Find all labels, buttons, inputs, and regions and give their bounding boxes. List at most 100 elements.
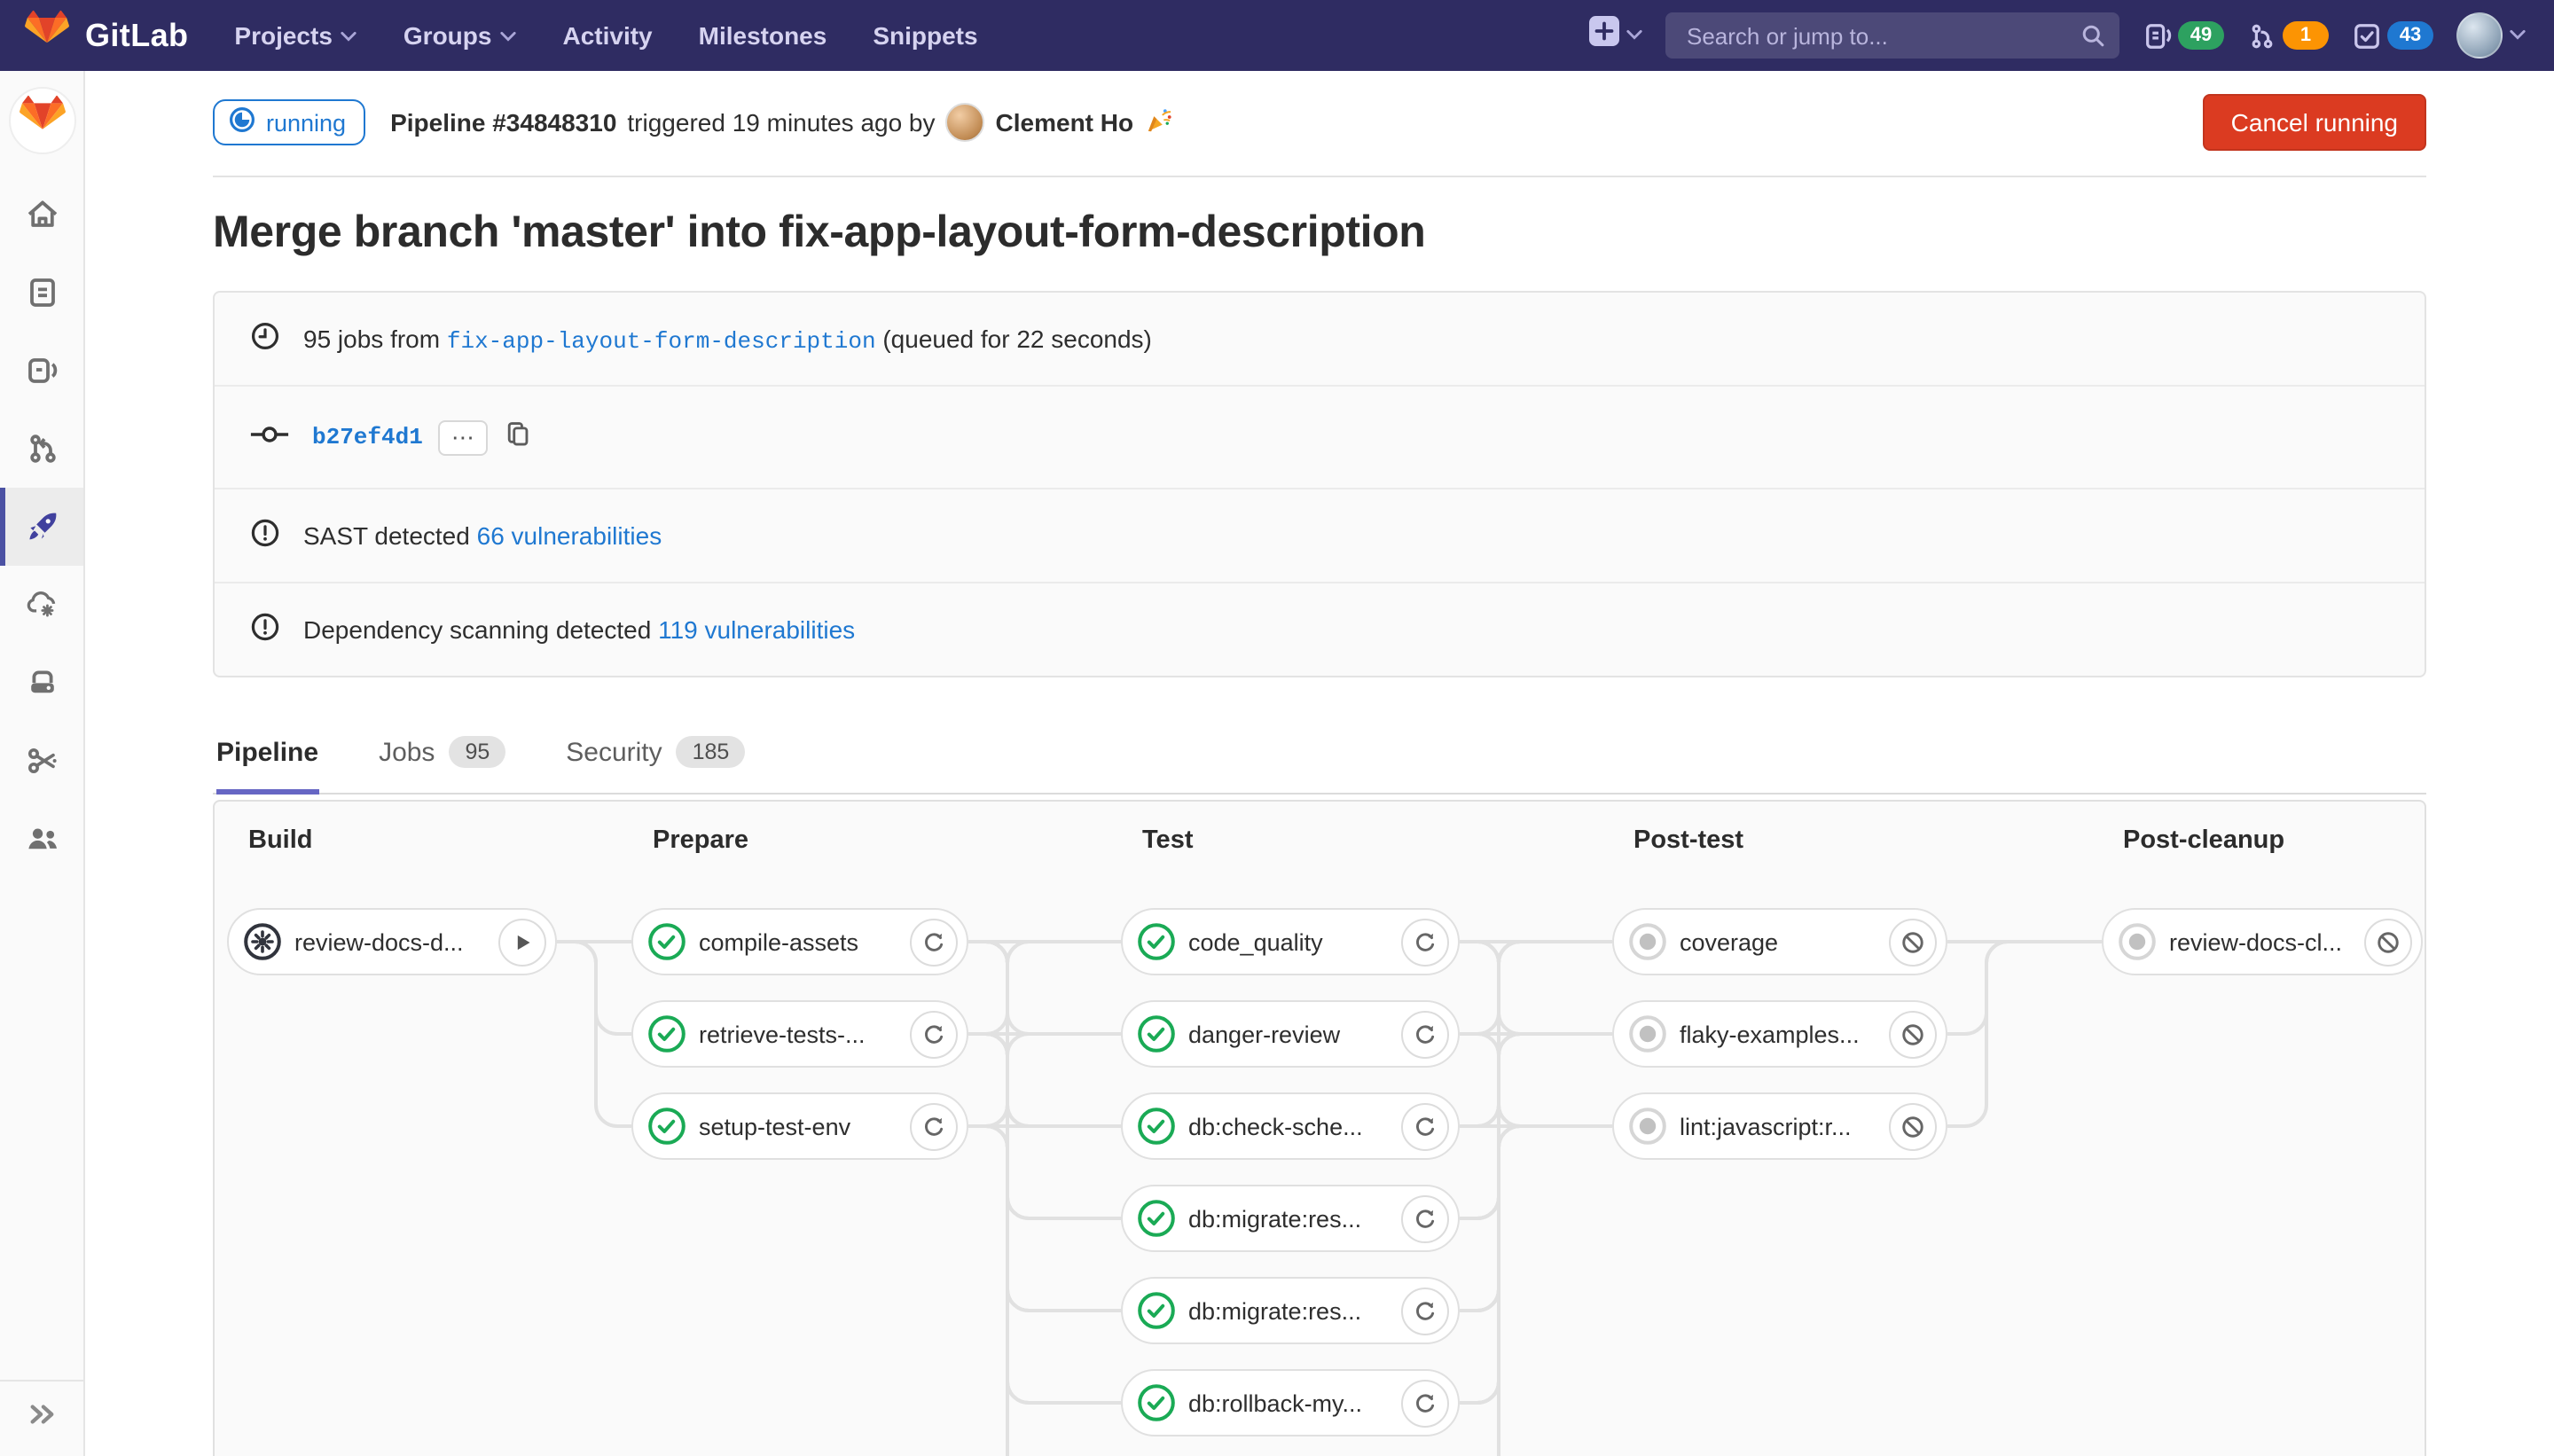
pipeline-id: Pipeline #34848310: [390, 108, 616, 137]
job-pill[interactable]: retrieve-tests-...: [631, 1000, 968, 1068]
navbar-menu: Projects Groups Activity Milestones Snippets: [234, 21, 977, 50]
search-input[interactable]: [1683, 20, 2080, 51]
members-icon: [24, 821, 59, 857]
navbar-item-label: Milestones: [699, 21, 827, 50]
job-name: review-docs-cl...: [2169, 928, 2352, 955]
job-name: db:rollback-my...: [1188, 1389, 1389, 1416]
retry-button[interactable]: [1401, 1102, 1449, 1150]
cancel-button[interactable]: [1889, 1102, 1937, 1150]
clock-icon: [250, 321, 280, 356]
commit-description-toggle[interactable]: ⋯: [439, 419, 489, 455]
retry-button[interactable]: [1401, 1379, 1449, 1427]
job-name: coverage: [1680, 928, 1876, 955]
chevron-down-icon: [1626, 20, 1642, 51]
issues-button[interactable]: 49: [2143, 20, 2224, 51]
retry-button[interactable]: [1401, 1010, 1449, 1058]
collapse-sidebar-button[interactable]: [0, 1380, 83, 1456]
registry-icon: [24, 665, 59, 701]
job-pill[interactable]: danger-review: [1121, 1000, 1460, 1068]
job-pill[interactable]: review-docs-cl...: [2102, 908, 2423, 975]
job-pill[interactable]: db:migrate:res...: [1121, 1277, 1460, 1344]
cancel-button[interactable]: [1889, 918, 1937, 966]
retry-button[interactable]: [910, 1010, 958, 1058]
navbar-item-projects[interactable]: Projects: [234, 21, 357, 50]
home-icon: [24, 197, 59, 232]
tab-security[interactable]: Security185: [566, 718, 745, 795]
navbar-item-groups[interactable]: Groups: [403, 21, 517, 50]
top-navbar: GitLab Projects Groups Activity Milestones S…: [0, 0, 2554, 71]
navbar-item-snippets[interactable]: Snippets: [873, 21, 977, 50]
branch-link[interactable]: fix-app-layout-form-description: [447, 327, 876, 354]
pipeline-status-badge[interactable]: running: [213, 99, 365, 145]
tab-jobs[interactable]: Jobs95: [379, 718, 505, 795]
sidebar-item-home[interactable]: [0, 176, 83, 254]
copy-commit-button[interactable]: [505, 420, 533, 454]
todos-count-badge: 43: [2387, 21, 2433, 50]
sidebar-item-members[interactable]: [0, 800, 83, 878]
sidebar-item-rocket[interactable]: [0, 488, 83, 566]
play-button[interactable]: [498, 918, 546, 966]
retry-icon: [1414, 930, 1437, 953]
issues-count-badge: 49: [2178, 21, 2224, 50]
job-pill[interactable]: db:migrate:res...: [1121, 1185, 1460, 1252]
job-pill[interactable]: lint:javascript:r...: [1612, 1092, 1947, 1160]
job-pill[interactable]: flaky-examples...: [1612, 1000, 1947, 1068]
cancel-icon: [2377, 930, 2400, 953]
retry-icon: [1414, 1391, 1437, 1414]
retry-button[interactable]: [910, 918, 958, 966]
project-avatar[interactable]: [8, 87, 75, 154]
dependency-info-row: Dependency scanning detected 119 vulnera…: [215, 582, 2425, 676]
job-pill[interactable]: compile-assets: [631, 908, 968, 975]
merge-requests-icon: [2247, 20, 2277, 51]
navbar-item-activity[interactable]: Activity: [562, 21, 652, 50]
navbar-item-milestones[interactable]: Milestones: [699, 21, 827, 50]
retry-icon: [1414, 1115, 1437, 1138]
retry-button[interactable]: [1401, 1194, 1449, 1242]
commit-sha-link[interactable]: b27ef4d1: [312, 424, 423, 450]
plus-icon: [1589, 16, 1619, 55]
todos-button[interactable]: 43: [2352, 20, 2433, 51]
cancel-button[interactable]: [2364, 918, 2412, 966]
sidebar-item-document[interactable]: [0, 254, 83, 332]
stage-title-post-test: Post-test: [1633, 826, 1743, 855]
tanuki-logo-icon: [25, 9, 69, 62]
job-pill[interactable]: code_quality: [1121, 908, 1460, 975]
job-pill[interactable]: coverage: [1612, 908, 1947, 975]
pipeline-info-box: 95 jobs from fix-app-layout-form-descrip…: [213, 291, 2426, 677]
merge-requests-button[interactable]: 1: [2247, 20, 2329, 51]
status-pending-icon: [1628, 922, 1667, 961]
author-avatar[interactable]: [946, 103, 985, 142]
author-name[interactable]: Clement Ho: [996, 108, 1134, 137]
job-pill[interactable]: db:rollback-my...: [1121, 1369, 1460, 1436]
sidebar-item-merge-request[interactable]: [0, 410, 83, 488]
job-name: code_quality: [1188, 928, 1389, 955]
job-pill[interactable]: setup-test-env: [631, 1092, 968, 1160]
sidebar-item-operations[interactable]: [0, 566, 83, 644]
chevron-down-icon: [2510, 20, 2526, 51]
main-content: running Pipeline #34848310 triggered 19 …: [85, 71, 2554, 1456]
navbar-item-label: Snippets: [873, 21, 977, 50]
sidebar-item-snippets[interactable]: [0, 722, 83, 800]
issues-icon: [24, 353, 59, 388]
todos-icon: [2352, 20, 2382, 51]
document-icon: [24, 275, 59, 310]
retry-button[interactable]: [1401, 918, 1449, 966]
new-menu-button[interactable]: [1589, 16, 1642, 55]
retry-button[interactable]: [910, 1102, 958, 1150]
job-pill[interactable]: review-docs-d...: [227, 908, 557, 975]
tab-pipeline[interactable]: Pipeline: [216, 718, 318, 795]
cancel-running-button[interactable]: Cancel running: [2203, 94, 2426, 151]
user-menu-button[interactable]: [2456, 12, 2526, 59]
brand-name: GitLab: [85, 17, 188, 54]
sidebar-item-registry[interactable]: [0, 644, 83, 722]
dependency-vulnerabilities-link[interactable]: 119 vulnerabilities: [658, 615, 855, 644]
gitlab-logo[interactable]: GitLab: [25, 9, 188, 62]
sidebar-item-issues[interactable]: [0, 332, 83, 410]
pipeline-graph: Buildreview-docs-d...Preparecompile-asse…: [213, 800, 2426, 1456]
retry-button[interactable]: [1401, 1287, 1449, 1335]
job-pill[interactable]: db:check-sche...: [1121, 1092, 1460, 1160]
cancel-button[interactable]: [1889, 1010, 1937, 1058]
status-pending-icon: [2118, 922, 2157, 961]
sast-vulnerabilities-link[interactable]: 66 vulnerabilities: [477, 521, 662, 550]
tab-label: Pipeline: [216, 737, 318, 767]
